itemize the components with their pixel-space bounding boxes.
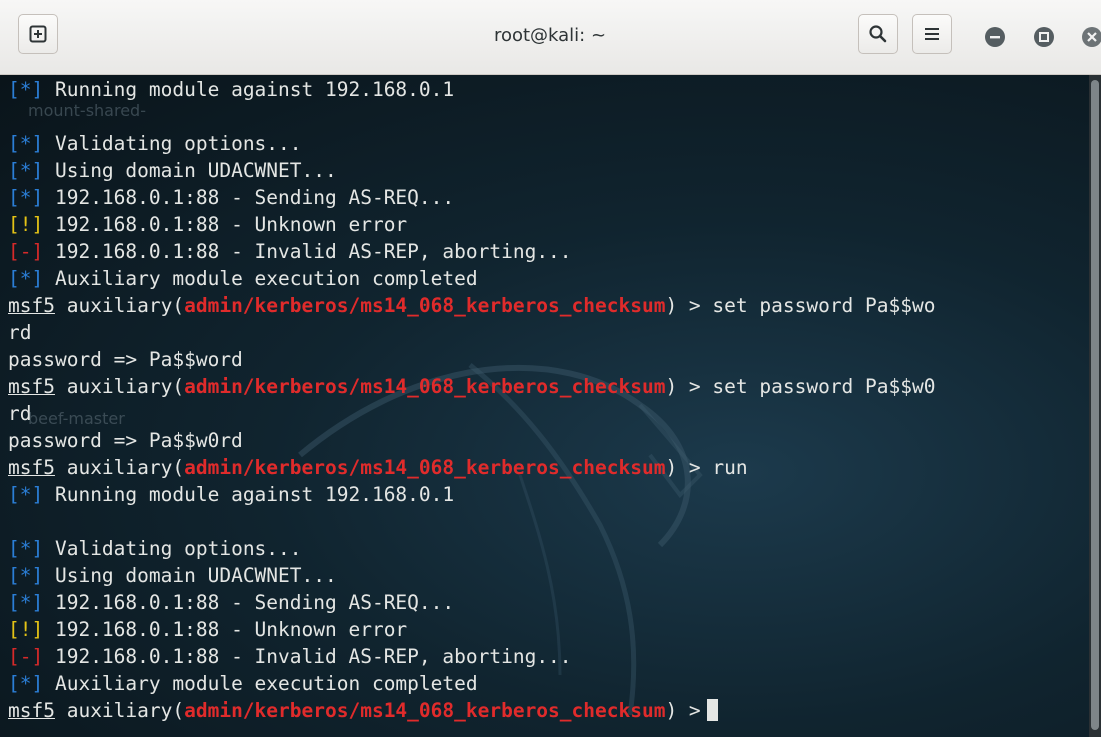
status-marker: [*]: [8, 591, 44, 614]
output-line: [-] 192.168.0.1:88 - Invalid AS-REP, abo…: [8, 238, 572, 265]
status-marker: [*]: [8, 186, 44, 209]
status-marker: [*]: [8, 78, 44, 101]
status-marker: [*]: [8, 159, 44, 182]
output-line: rd: [8, 400, 31, 427]
module-path: admin/kerberos/ms14_068_kerberos_checksu…: [184, 456, 666, 479]
close-button[interactable]: [1082, 27, 1101, 47]
output-line: password => Pa$$w0rd: [8, 427, 243, 454]
output-text: password => Pa$$word: [8, 348, 243, 371]
status-marker: [-]: [8, 645, 44, 668]
close-icon: [1087, 32, 1097, 42]
output-text: 192.168.0.1:88 - Unknown error: [43, 213, 408, 236]
output-text: 192.168.0.1:88 - Sending AS-REQ...: [43, 186, 455, 209]
terminal-output[interactable]: mount-shared- beef-master [*] Running mo…: [0, 75, 1089, 737]
output-line: rd: [8, 319, 31, 346]
output-text: Validating options...: [43, 537, 302, 560]
output-line: [!] 192.168.0.1:88 - Unknown error: [8, 211, 407, 238]
hamburger-menu-icon: [925, 28, 939, 40]
output-text: Validating options...: [43, 132, 302, 155]
output-text: Auxiliary module execution completed: [43, 267, 478, 290]
maximize-button[interactable]: [1034, 27, 1054, 47]
status-marker: [*]: [8, 132, 44, 155]
module-path: admin/kerberos/ms14_068_kerberos_checksu…: [184, 699, 666, 722]
status-marker: [!]: [8, 213, 44, 236]
prompt-msf5: msf5: [8, 375, 55, 398]
new-tab-icon: [29, 25, 47, 43]
output-text: rd: [8, 321, 32, 344]
output-text: Running module against 192.168.0.1: [43, 483, 455, 506]
status-marker: [*]: [8, 564, 44, 587]
output-line: password => Pa$$word: [8, 346, 243, 373]
menu-button[interactable]: [912, 14, 952, 54]
status-marker: [*]: [8, 267, 44, 290]
output-line: [*] Auxiliary module execution completed: [8, 670, 478, 697]
output-text: Auxiliary module execution completed: [43, 672, 478, 695]
prompt-auxiliary: auxiliary(: [54, 456, 185, 479]
text-cursor: [706, 699, 718, 721]
new-tab-button[interactable]: [18, 14, 58, 54]
prompt-auxiliary: auxiliary(: [54, 699, 185, 722]
prompt-msf5: msf5: [8, 699, 55, 722]
status-marker: [*]: [8, 672, 44, 695]
output-text: 192.168.0.1:88 - Unknown error: [43, 618, 408, 641]
output-text: Using domain UDACWNET...: [43, 564, 337, 587]
output-line: [*] 192.168.0.1:88 - Sending AS-REQ...: [8, 589, 454, 616]
minimize-button[interactable]: [985, 27, 1005, 47]
output-text: Using domain UDACWNET...: [43, 159, 337, 182]
output-text: 192.168.0.1:88 - Sending AS-REQ...: [43, 591, 455, 614]
command-text: ) > run: [665, 456, 748, 479]
output-line: [*] Auxiliary module execution completed: [8, 265, 478, 292]
prompt-line: msf5 auxiliary(admin/kerberos/ms14_068_k…: [8, 373, 935, 400]
prompt-msf5: msf5: [8, 456, 55, 479]
output-text: password => Pa$$w0rd: [8, 429, 243, 452]
minimize-icon: [990, 36, 1000, 39]
status-marker: [-]: [8, 240, 44, 263]
output-line: [*] Validating options...: [8, 130, 302, 157]
status-marker: [*]: [8, 537, 44, 560]
window-title: root@kali: ~: [493, 25, 607, 46]
maximize-icon: [1039, 32, 1049, 42]
command-text: ) > set password Pa$$w0: [665, 375, 936, 398]
output-line: [*] 192.168.0.1:88 - Sending AS-REQ...: [8, 184, 454, 211]
status-marker: [!]: [8, 618, 44, 641]
output-text: 192.168.0.1:88 - Invalid AS-REP, abortin…: [43, 240, 572, 263]
search-icon: [869, 25, 887, 43]
prompt-auxiliary: auxiliary(: [54, 375, 185, 398]
output-text: rd: [8, 402, 32, 425]
output-text: 192.168.0.1:88 - Invalid AS-REP, abortin…: [43, 645, 572, 668]
scrollbar-thumb[interactable]: [1091, 80, 1099, 730]
command-text: ) >: [665, 699, 701, 722]
terminal-window: root@kali: ~ mount-shared- beef-master […: [0, 0, 1101, 737]
output-line: [*] Running module against 192.168.0.1: [8, 76, 454, 103]
search-button[interactable]: [858, 14, 898, 54]
output-line: [!] 192.168.0.1:88 - Unknown error: [8, 616, 407, 643]
prompt-line: msf5 auxiliary(admin/kerberos/ms14_068_k…: [8, 697, 718, 724]
output-line: [*] Validating options...: [8, 535, 302, 562]
prompt-line: msf5 auxiliary(admin/kerberos/ms14_068_k…: [8, 454, 748, 481]
prompt-auxiliary: auxiliary(: [54, 294, 185, 317]
prompt-msf5: msf5: [8, 294, 55, 317]
module-path: admin/kerberos/ms14_068_kerberos_checksu…: [184, 294, 666, 317]
output-line: [*] Using domain UDACWNET...: [8, 157, 337, 184]
command-text: ) > set password Pa$$wo: [665, 294, 936, 317]
title-bar[interactable]: root@kali: ~: [0, 0, 1101, 75]
output-line: [*] Using domain UDACWNET...: [8, 562, 337, 589]
prompt-line: msf5 auxiliary(admin/kerberos/ms14_068_k…: [8, 292, 935, 319]
status-marker: [*]: [8, 483, 44, 506]
output-text: Running module against 192.168.0.1: [43, 78, 455, 101]
output-line: [*] Running module against 192.168.0.1: [8, 481, 454, 508]
output-line: [-] 192.168.0.1:88 - Invalid AS-REP, abo…: [8, 643, 572, 670]
module-path: admin/kerberos/ms14_068_kerberos_checksu…: [184, 375, 666, 398]
